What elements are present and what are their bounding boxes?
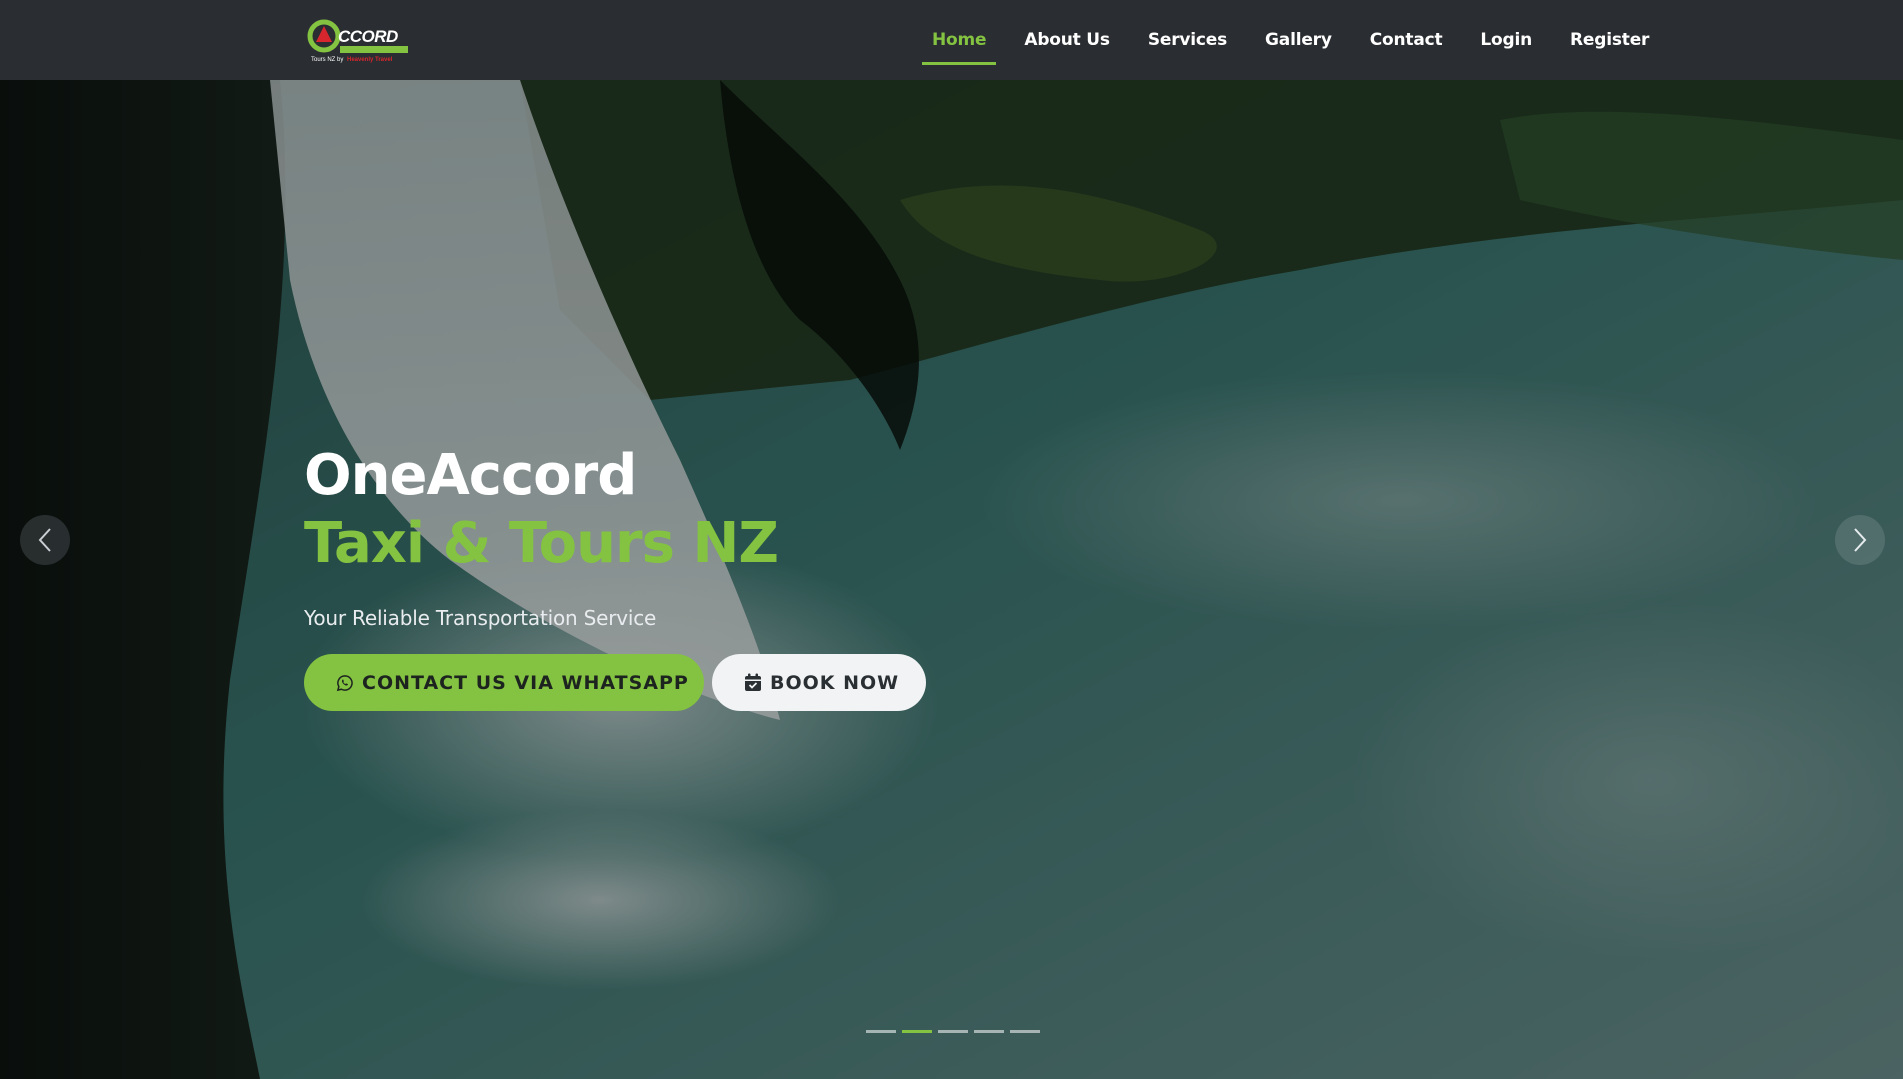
book-now-label: BOOK NOW [770,671,900,694]
carousel-prev-button[interactable] [20,515,70,565]
site-header: CCORD Tours NZ by Heavenly Travel Home A… [0,0,1903,80]
carousel-indicator-3[interactable] [938,1030,968,1033]
nav-login[interactable]: Login [1470,0,1542,80]
book-now-button[interactable]: BOOK NOW [712,654,926,711]
calendar-icon [744,673,762,692]
carousel-indicator-4[interactable] [974,1030,1004,1033]
hero-carousel: OneAccord Taxi & Tours NZ Your Reliable … [0,80,1903,1079]
nav-register[interactable]: Register [1560,0,1659,80]
nav-about-us[interactable]: About Us [1014,0,1119,80]
hero-title-line-1: OneAccord [304,443,637,508]
nav-home[interactable]: Home [922,0,997,80]
carousel-indicator-2[interactable] [902,1030,932,1033]
whatsapp-icon [336,674,354,692]
svg-text:CCORD: CCORD [338,27,398,46]
logo-graphic: CCORD Tours NZ by Heavenly Travel [307,19,408,63]
hero-title-line-2: Taxi & Tours NZ [304,511,779,576]
carousel-indicators [866,1030,1040,1033]
hero-button-row: CONTACT US VIA WHATSAPP BOOK NOW [304,654,1104,711]
nav-contact[interactable]: Contact [1360,0,1453,80]
hero-subtitle: Your Reliable Transportation Service [304,606,657,630]
chevron-left-icon [38,528,51,552]
site-logo[interactable]: CCORD Tours NZ by Heavenly Travel [307,14,409,64]
main-nav: Home About Us Services Gallery Contact L… [922,0,1659,80]
svg-text:Tours NZ by: Tours NZ by [311,57,343,63]
contact-whatsapp-button[interactable]: CONTACT US VIA WHATSAPP [304,654,704,711]
carousel-indicator-5[interactable] [1010,1030,1040,1033]
nav-services[interactable]: Services [1138,0,1237,80]
hero-content: OneAccord Taxi & Tours NZ Your Reliable … [304,442,1104,711]
svg-text:Heavenly Travel: Heavenly Travel [347,57,393,63]
carousel-indicator-1[interactable] [866,1030,896,1033]
carousel-next-button[interactable] [1835,515,1885,565]
nav-gallery[interactable]: Gallery [1255,0,1342,80]
chevron-right-icon [1854,528,1867,552]
contact-whatsapp-label: CONTACT US VIA WHATSAPP [362,671,689,694]
